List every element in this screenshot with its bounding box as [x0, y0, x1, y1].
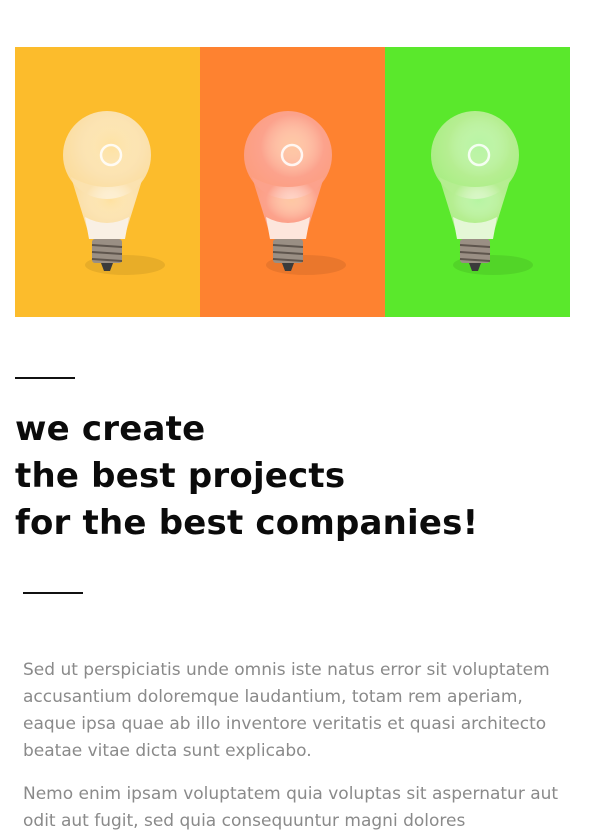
body-paragraph: Nemo enim ipsam voluptatem quia voluptas… [23, 784, 559, 831]
light-bulb-icon [431, 111, 533, 275]
yellow-bulb-panel [15, 47, 200, 317]
headline: we create the best projects for the best… [15, 406, 478, 547]
hero-image [15, 47, 570, 317]
light-bulb-icon [244, 111, 346, 275]
divider-line [15, 377, 75, 379]
divider-line [23, 592, 83, 594]
green-bulb-panel [385, 47, 570, 317]
headline-line-2: the best projects [15, 456, 346, 496]
body-paragraph: Sed ut perspiciatis unde omnis iste natu… [23, 660, 550, 761]
light-bulb-icon [63, 111, 165, 275]
orange-bulb-panel [200, 47, 385, 317]
headline-line-3: for the best companies! [15, 503, 479, 543]
headline-line-1: we create [15, 409, 206, 449]
